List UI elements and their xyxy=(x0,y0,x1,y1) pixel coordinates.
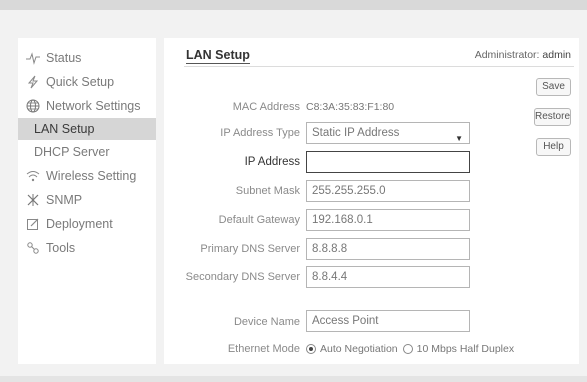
tools-icon xyxy=(26,241,40,255)
primary-dns-label: Primary DNS Server xyxy=(200,243,300,255)
sidebar-item-network-settings[interactable]: Network Settings xyxy=(18,94,156,118)
mac-address-label: MAC Address xyxy=(232,101,300,113)
ip-type-label: IP Address Type xyxy=(220,127,300,139)
sidebar-item-lan-setup[interactable]: LAN Setup xyxy=(18,118,156,140)
main-panel: LAN Setup Administrator: admin Save Rest… xyxy=(164,38,579,364)
device-name-input[interactable]: Access Point xyxy=(306,310,470,332)
ip-type-value: Static IP Address xyxy=(312,127,400,139)
radio-selected-icon[interactable] xyxy=(306,344,316,354)
admin-info: Administrator: admin xyxy=(475,49,571,61)
default-gateway-label: Default Gateway xyxy=(218,214,300,226)
save-button[interactable]: Save xyxy=(536,78,571,96)
globe-icon xyxy=(26,99,40,113)
help-button[interactable]: Help xyxy=(536,138,571,156)
mac-address-value: C8:3A:35:83:F1:80 xyxy=(306,101,395,113)
sidebar-item-wireless-setting[interactable]: Wireless Setting xyxy=(18,164,156,188)
device-name-label: Device Name xyxy=(233,316,300,328)
sidebar-item-quick-setup[interactable]: Quick Setup xyxy=(18,70,156,94)
sidebar-item-label: Tools xyxy=(46,241,76,255)
subnet-mask-input[interactable]: 255.255.255.0 xyxy=(306,180,470,202)
sidebar-item-label: Status xyxy=(46,51,82,65)
ethernet-mode-option-auto[interactable]: Auto Negotiation xyxy=(306,343,398,355)
ip-type-select[interactable]: Static IP Address ▼ xyxy=(306,122,470,144)
sidebar: Status Quick Setup Network Settings LAN … xyxy=(18,38,156,364)
sidebar-item-dhcp-server[interactable]: DHCP Server xyxy=(18,141,156,163)
sidebar-item-label: DHCP Server xyxy=(34,145,110,159)
ethernet-mode-option-10mbps[interactable]: 10 Mbps Half Duplex xyxy=(402,343,515,355)
sidebar-item-status[interactable]: Status xyxy=(18,46,156,70)
secondary-dns-input[interactable]: 8.8.4.4 xyxy=(306,266,470,288)
lightning-icon xyxy=(26,75,40,89)
sidebar-item-label: Quick Setup xyxy=(46,75,115,89)
wifi-icon xyxy=(26,169,40,183)
ethernet-mode-options: Auto Negotiation 10 Mbps Half Duplex xyxy=(306,343,519,355)
header-divider xyxy=(184,66,574,67)
ethernet-mode-option-label: Auto Negotiation xyxy=(320,343,398,355)
edit-icon xyxy=(26,217,40,231)
sidebar-item-tools[interactable]: Tools xyxy=(18,236,156,260)
ip-address-label: IP Address xyxy=(244,156,300,168)
sidebar-item-snmp[interactable]: SNMP xyxy=(18,188,156,212)
pulse-icon xyxy=(26,51,40,65)
sidebar-item-label: LAN Setup xyxy=(34,122,95,136)
ethernet-mode-option-label: 10 Mbps Half Duplex xyxy=(416,343,515,355)
ethernet-mode-label: Ethernet Mode xyxy=(227,343,300,355)
admin-user: admin xyxy=(542,49,571,61)
radio-unselected-icon[interactable] xyxy=(402,344,413,354)
top-bar xyxy=(0,0,587,10)
sidebar-item-label: SNMP xyxy=(46,193,83,207)
default-gateway-input[interactable]: 192.168.0.1 xyxy=(306,209,470,231)
snmp-icon xyxy=(26,193,40,207)
ip-address-input[interactable] xyxy=(306,151,470,173)
subnet-mask-label: Subnet Mask xyxy=(235,185,300,197)
sidebar-item-label: Network Settings xyxy=(46,99,141,113)
restore-button[interactable]: Restore xyxy=(534,108,571,126)
sidebar-item-label: Wireless Setting xyxy=(46,169,137,183)
admin-label: Administrator: xyxy=(474,49,540,61)
bottom-bar xyxy=(0,376,587,382)
sidebar-item-deployment[interactable]: Deployment xyxy=(18,212,156,236)
sidebar-item-label: Deployment xyxy=(46,217,113,231)
secondary-dns-label: Secondary DNS Server xyxy=(185,271,300,283)
primary-dns-input[interactable]: 8.8.8.8 xyxy=(306,238,470,260)
chevron-down-icon: ▼ xyxy=(455,134,463,143)
page-title: LAN Setup xyxy=(186,48,250,64)
